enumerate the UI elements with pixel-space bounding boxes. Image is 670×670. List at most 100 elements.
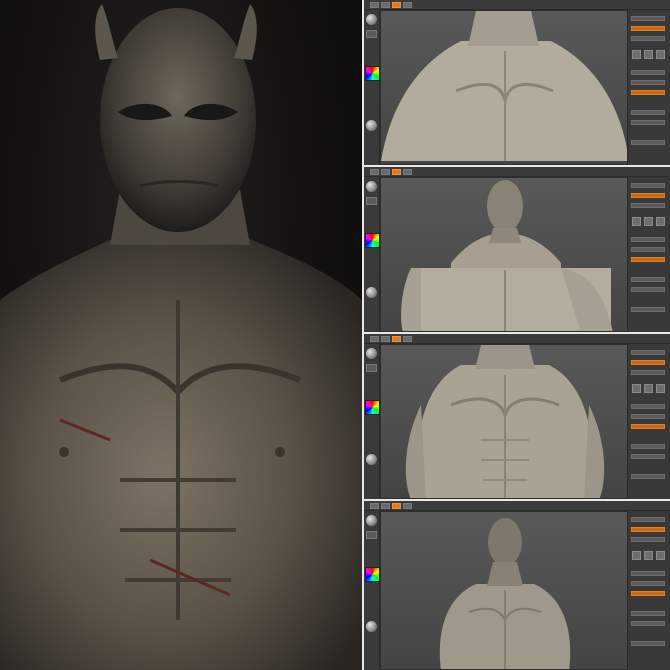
right-tray bbox=[627, 344, 670, 499]
toolbar-button-active[interactable] bbox=[392, 502, 401, 509]
tray-slider[interactable] bbox=[631, 307, 665, 312]
tray-slider-active[interactable] bbox=[631, 90, 665, 95]
toolbar-button-active[interactable] bbox=[392, 335, 401, 342]
material-sphere-icon[interactable] bbox=[366, 621, 377, 632]
progress-panel-4 bbox=[364, 501, 670, 670]
tray-slider[interactable] bbox=[631, 237, 665, 242]
left-shelf bbox=[364, 344, 380, 499]
tray-slider[interactable] bbox=[631, 581, 665, 586]
toolbar-button[interactable] bbox=[381, 1, 390, 8]
sculpt-brush-icon[interactable] bbox=[366, 181, 377, 192]
tray-slider-active[interactable] bbox=[631, 424, 665, 429]
tray-slider-active[interactable] bbox=[631, 26, 665, 31]
right-tray bbox=[627, 511, 670, 670]
stroke-button[interactable] bbox=[366, 364, 377, 372]
toolbar-button-active[interactable] bbox=[392, 168, 401, 175]
tray-slider-active[interactable] bbox=[631, 591, 665, 596]
tray-slider[interactable] bbox=[631, 517, 665, 522]
toolbar-button[interactable] bbox=[370, 168, 379, 175]
zbrush-progress-panels bbox=[364, 0, 670, 670]
tray-slider[interactable] bbox=[631, 140, 665, 145]
toolbar-button[interactable] bbox=[381, 502, 390, 509]
top-toolbar bbox=[364, 334, 670, 344]
toolbar-button-active[interactable] bbox=[392, 1, 401, 8]
tray-slider[interactable] bbox=[631, 621, 665, 626]
stroke-button[interactable] bbox=[366, 30, 377, 38]
tray-button[interactable] bbox=[632, 551, 641, 560]
sculpt-brush-icon[interactable] bbox=[366, 14, 377, 25]
hero-render bbox=[0, 0, 362, 670]
tray-button[interactable] bbox=[644, 50, 653, 59]
tray-slider[interactable] bbox=[631, 110, 665, 115]
toolbar-button[interactable] bbox=[403, 335, 412, 342]
tray-button[interactable] bbox=[656, 551, 665, 560]
tray-slider[interactable] bbox=[631, 537, 665, 542]
tray-slider[interactable] bbox=[631, 404, 665, 409]
color-picker-icon[interactable] bbox=[365, 400, 380, 415]
toolbar-button[interactable] bbox=[403, 502, 412, 509]
stroke-button[interactable] bbox=[366, 531, 377, 539]
tray-slider[interactable] bbox=[631, 414, 665, 419]
tray-slider[interactable] bbox=[631, 80, 665, 85]
tray-slider[interactable] bbox=[631, 454, 665, 459]
tray-slider-active[interactable] bbox=[631, 527, 665, 532]
tray-slider[interactable] bbox=[631, 287, 665, 292]
toolbar-button[interactable] bbox=[403, 168, 412, 175]
head-and-chest-sculpt bbox=[401, 180, 613, 331]
viewport[interactable] bbox=[380, 10, 628, 165]
tray-button[interactable] bbox=[632, 384, 641, 393]
tray-slider-active[interactable] bbox=[631, 360, 665, 365]
right-tray bbox=[627, 177, 670, 332]
color-picker-icon[interactable] bbox=[365, 233, 380, 248]
viewport[interactable] bbox=[380, 511, 628, 670]
top-toolbar bbox=[364, 0, 670, 10]
tray-slider[interactable] bbox=[631, 277, 665, 282]
tray-slider[interactable] bbox=[631, 203, 665, 208]
stroke-button[interactable] bbox=[366, 197, 377, 205]
tray-slider[interactable] bbox=[631, 474, 665, 479]
color-picker-icon[interactable] bbox=[365, 567, 380, 582]
torso-sculpt bbox=[405, 345, 605, 498]
color-picker-icon[interactable] bbox=[365, 66, 380, 81]
tray-slider[interactable] bbox=[631, 16, 665, 21]
tray-slider-active[interactable] bbox=[631, 257, 665, 262]
sculpt-brush-icon[interactable] bbox=[366, 348, 377, 359]
toolbar-button[interactable] bbox=[370, 335, 379, 342]
tray-slider[interactable] bbox=[631, 444, 665, 449]
tray-slider[interactable] bbox=[631, 370, 665, 375]
tray-slider[interactable] bbox=[631, 70, 665, 75]
tray-slider[interactable] bbox=[631, 247, 665, 252]
tray-slider[interactable] bbox=[631, 183, 665, 188]
toolbar-button[interactable] bbox=[370, 1, 379, 8]
toolbar-button[interactable] bbox=[403, 1, 412, 8]
tray-button[interactable] bbox=[644, 551, 653, 560]
tray-button[interactable] bbox=[656, 217, 665, 226]
head-and-torso-sculpt bbox=[439, 518, 571, 669]
tray-button[interactable] bbox=[644, 384, 653, 393]
toolbar-button[interactable] bbox=[381, 168, 390, 175]
tray-slider[interactable] bbox=[631, 571, 665, 576]
tray-slider-active[interactable] bbox=[631, 193, 665, 198]
viewport[interactable] bbox=[380, 177, 628, 332]
tray-button[interactable] bbox=[632, 50, 641, 59]
progress-panel-2 bbox=[364, 167, 670, 332]
viewport[interactable] bbox=[380, 344, 628, 499]
top-toolbar bbox=[364, 167, 670, 177]
tray-slider[interactable] bbox=[631, 350, 665, 355]
toolbar-button[interactable] bbox=[381, 335, 390, 342]
material-sphere-icon[interactable] bbox=[366, 454, 377, 465]
sculpt-brush-icon[interactable] bbox=[366, 515, 377, 526]
right-tray bbox=[627, 10, 670, 165]
tray-button[interactable] bbox=[632, 217, 641, 226]
material-sphere-icon[interactable] bbox=[366, 287, 377, 298]
tray-slider[interactable] bbox=[631, 611, 665, 616]
tray-button[interactable] bbox=[656, 50, 665, 59]
material-sphere-icon[interactable] bbox=[366, 120, 377, 131]
tray-button[interactable] bbox=[656, 384, 665, 393]
tray-slider[interactable] bbox=[631, 641, 665, 646]
tray-button[interactable] bbox=[644, 217, 653, 226]
toolbar-button[interactable] bbox=[370, 502, 379, 509]
tray-slider[interactable] bbox=[631, 36, 665, 41]
left-shelf bbox=[364, 511, 380, 670]
tray-slider[interactable] bbox=[631, 120, 665, 125]
